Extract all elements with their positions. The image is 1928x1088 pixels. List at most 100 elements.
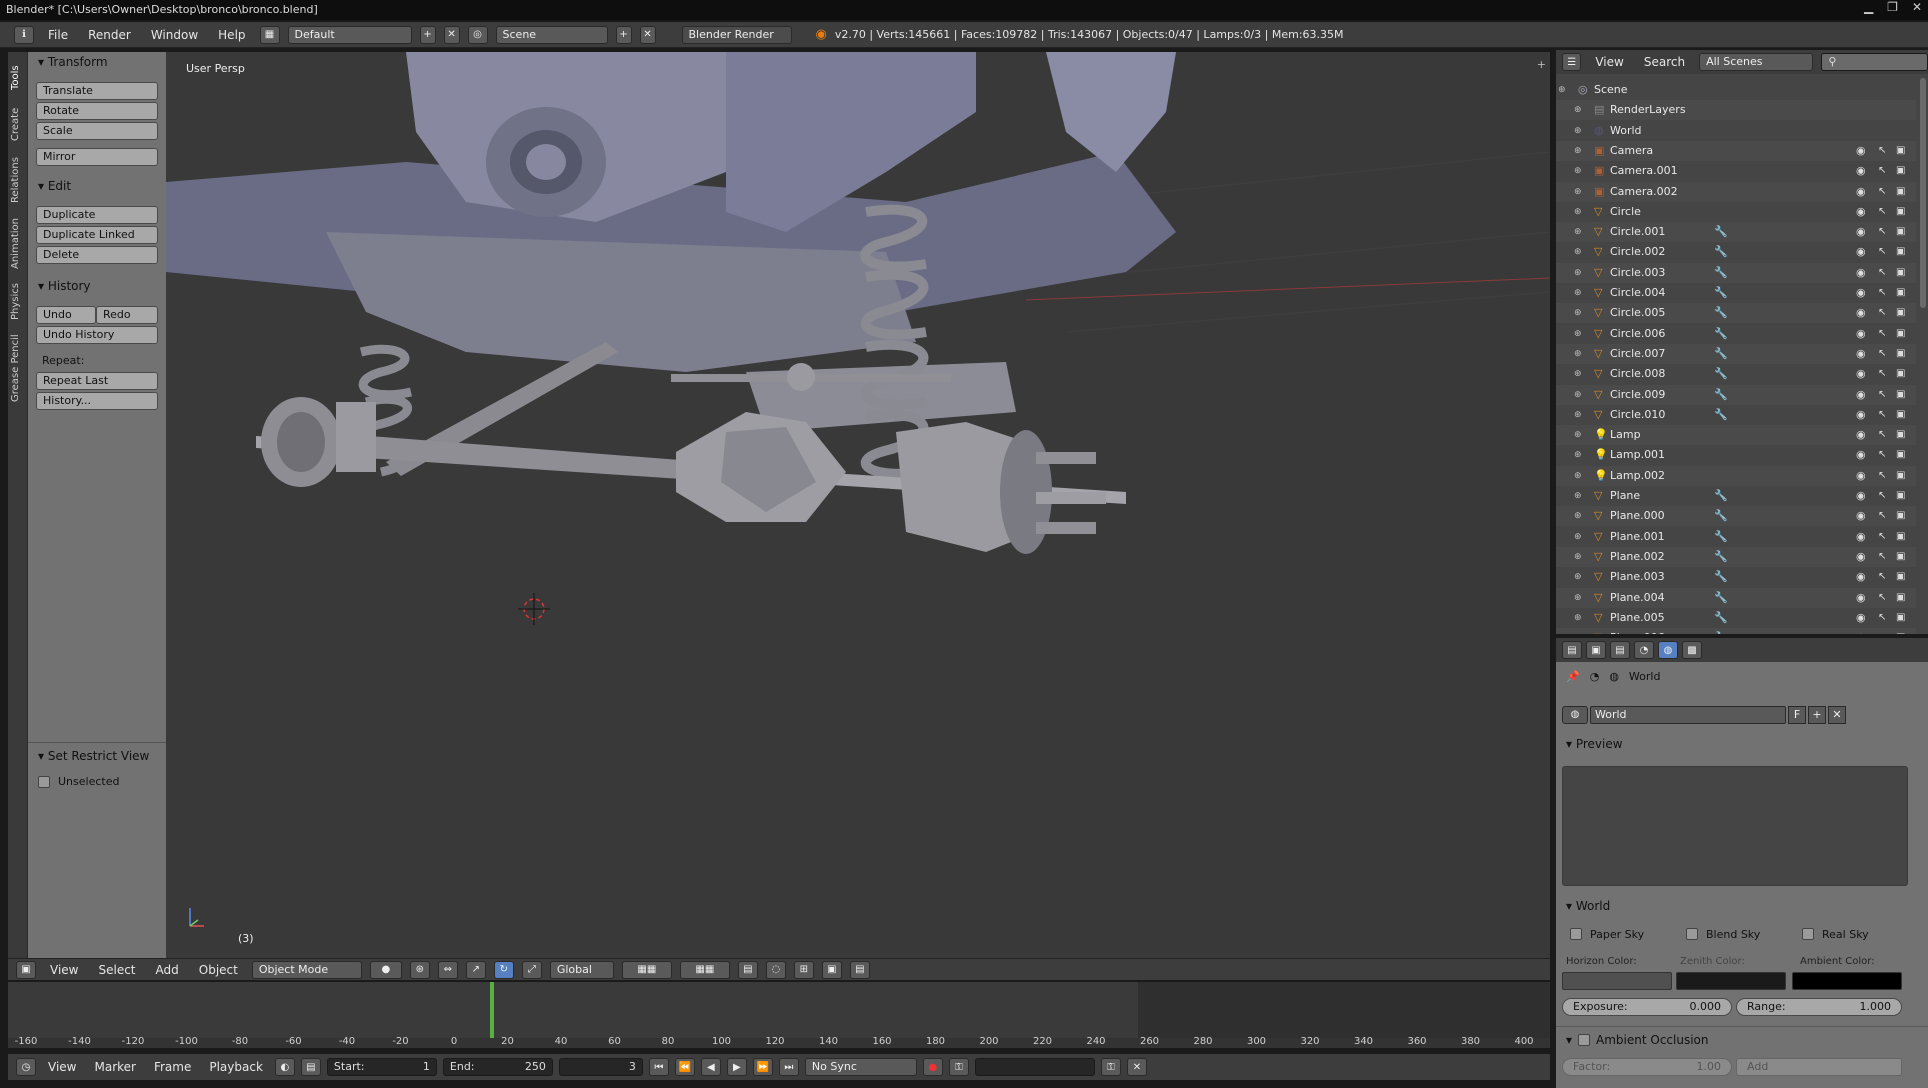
scale-button[interactable]: Scale	[36, 122, 158, 140]
panel-world[interactable]: ▾ World	[1556, 896, 1610, 916]
keying-set-icon[interactable]: ⚿	[948, 1058, 969, 1076]
visibility-eye-icon[interactable]: ◉	[1856, 588, 1866, 608]
tab-physics[interactable]: Physics	[10, 278, 26, 326]
layers-grid-2-icon[interactable]: ▦▦	[679, 960, 730, 979]
tab-create[interactable]: Create	[10, 100, 26, 148]
selectable-cursor-icon[interactable]: ↖	[1878, 445, 1886, 465]
panel-transform[interactable]: ▾ Transform	[28, 52, 108, 72]
menu-view[interactable]: View	[44, 963, 84, 977]
add-scene-icon[interactable]: +	[615, 25, 632, 44]
modifier-wrench-icon[interactable]: 🔧	[1714, 222, 1728, 242]
expand-toggle-icon[interactable]: ⊕	[1574, 527, 1582, 547]
selectable-cursor-icon[interactable]: ↖	[1878, 263, 1886, 283]
new-world-icon[interactable]: +	[1808, 706, 1826, 724]
current-frame-marker[interactable]	[490, 982, 494, 1038]
renderable-camera-icon[interactable]: ▣	[1896, 263, 1905, 283]
shading-selector-icon[interactable]: ●	[369, 960, 402, 979]
snap-icon[interactable]: ⊞	[793, 960, 814, 979]
modifier-wrench-icon[interactable]: 🔧	[1714, 385, 1728, 405]
pivot-icon[interactable]: ⊛	[409, 960, 430, 979]
texture-tab-icon[interactable]: ▩	[1682, 641, 1702, 659]
outliner-row[interactable]: ⊕ ▣ Camera.002 ◉ ↖ ▣	[1556, 181, 1916, 202]
visibility-eye-icon[interactable]: ◉	[1856, 263, 1866, 283]
selectable-cursor-icon[interactable]: ↖	[1878, 182, 1886, 202]
expand-toggle-icon[interactable]: ⊕	[1574, 324, 1582, 344]
expand-toggle-icon[interactable]: ⊕	[1574, 344, 1582, 364]
layers-grid-icon[interactable]: ▦▦	[621, 960, 672, 979]
expand-toggle-icon[interactable]: ⊕	[1574, 608, 1582, 628]
outliner-row[interactable]: ⊕ ▽ Plane ◉ ↖ ▣ 🔧	[1556, 486, 1916, 506]
expand-toggle-icon[interactable]: ⊕	[1574, 182, 1582, 202]
renderable-camera-icon[interactable]: ▣	[1896, 527, 1905, 547]
selectable-cursor-icon[interactable]: ↖	[1878, 283, 1886, 303]
menu-render[interactable]: Render	[82, 28, 137, 42]
zenith-color-swatch[interactable]	[1676, 972, 1786, 990]
layout-selector[interactable]: Default	[287, 25, 412, 44]
modifier-wrench-icon[interactable]: 🔧	[1714, 263, 1728, 283]
visibility-eye-icon[interactable]: ◉	[1856, 364, 1866, 384]
visibility-eye-icon[interactable]: ◉	[1856, 222, 1866, 242]
visibility-eye-icon[interactable]: ◉	[1856, 385, 1866, 405]
visibility-eye-icon[interactable]: ◉	[1856, 486, 1866, 506]
horizon-color-swatch[interactable]	[1562, 972, 1672, 990]
renderable-camera-icon[interactable]: ▣	[1896, 466, 1905, 486]
translate-button[interactable]: Translate	[36, 82, 158, 100]
expand-toggle-icon[interactable]: ⊕	[1574, 588, 1582, 608]
world-name-field[interactable]: World	[1590, 706, 1786, 724]
ambient-color-swatch[interactable]	[1792, 972, 1902, 990]
manipulator-toggle-icon[interactable]: ⇔	[437, 960, 458, 979]
outliner-row[interactable]: ⊕ ▽ Circle.001 ◉ ↖ ▣ 🔧	[1556, 222, 1916, 243]
rotate-manipulator-icon[interactable]: ↻	[493, 960, 514, 979]
mode-selector[interactable]: Object Mode	[251, 960, 362, 979]
tab-grease-pencil[interactable]: Grease Pencil	[10, 328, 26, 408]
renderable-camera-icon[interactable]: ▣	[1896, 161, 1905, 181]
selectable-cursor-icon[interactable]: ↖	[1878, 588, 1886, 608]
outliner-row[interactable]: ⊕ ▽ Circle.006 ◉ ↖ ▣ 🔧	[1556, 323, 1916, 344]
delete-button[interactable]: Delete	[36, 246, 158, 264]
expand-toggle-icon[interactable]: ⊕	[1574, 161, 1582, 181]
editor-type-properties-icon[interactable]: ▤	[1562, 641, 1582, 659]
selectable-cursor-icon[interactable]: ↖	[1878, 425, 1886, 445]
expand-toggle-icon[interactable]: ⊕	[1574, 202, 1582, 222]
expand-toggle-icon[interactable]: ⊕	[1574, 466, 1582, 486]
modifier-wrench-icon[interactable]: 🔧	[1714, 324, 1728, 344]
world-tab-icon[interactable]: ◍	[1658, 641, 1678, 659]
blend-sky-checkbox[interactable]	[1686, 928, 1698, 940]
expand-toggle-icon[interactable]: ⊕	[1574, 547, 1582, 567]
selectable-cursor-icon[interactable]: ↖	[1878, 303, 1886, 323]
keying-set-field[interactable]	[974, 1058, 1095, 1076]
scene-tab-icon[interactable]: ◔	[1634, 641, 1654, 659]
selectable-cursor-icon[interactable]: ↖	[1878, 527, 1886, 547]
history-button[interactable]: History...	[36, 392, 158, 410]
scene-render[interactable]	[166, 52, 1550, 958]
modifier-wrench-icon[interactable]: 🔧	[1714, 405, 1728, 425]
menu-add[interactable]: Add	[150, 963, 185, 977]
visibility-eye-icon[interactable]: ◉	[1856, 608, 1866, 628]
lock-range-icon[interactable]: ▤	[300, 1058, 321, 1076]
modifier-wrench-icon[interactable]: 🔧	[1714, 486, 1728, 506]
editor-type-outliner-icon[interactable]: ☰	[1562, 53, 1582, 71]
expand-toggle-icon[interactable]: ⊕	[1574, 364, 1582, 384]
outliner-row[interactable]: ⊕ ▽ Circle.002 ◉ ↖ ▣ 🔧	[1556, 242, 1916, 263]
real-sky-checkbox[interactable]	[1802, 928, 1814, 940]
menu-marker[interactable]: Marker	[88, 1060, 141, 1074]
play-reverse-icon[interactable]: ◀	[700, 1058, 721, 1076]
editor-type-3d-icon[interactable]: ▣	[16, 960, 36, 979]
outliner-row[interactable]: ⊕ ▽ Plane.005 ◉ ↖ ▣ 🔧	[1556, 607, 1916, 628]
pin-icon[interactable]: 📌	[1566, 670, 1580, 683]
renderable-camera-icon[interactable]: ▣	[1896, 588, 1905, 608]
visibility-eye-icon[interactable]: ◉	[1856, 527, 1866, 547]
expand-toggle-icon[interactable]: ⊕	[1574, 141, 1582, 161]
renderable-camera-icon[interactable]: ▣	[1896, 425, 1905, 445]
current-frame-field[interactable]: 3	[558, 1058, 643, 1076]
modifier-wrench-icon[interactable]: 🔧	[1714, 242, 1728, 262]
outliner-row[interactable]: ⊕ ▽ Plane.004 ◉ ↖ ▣ 🔧	[1556, 587, 1916, 608]
sync-selector[interactable]: No Sync	[804, 1058, 917, 1076]
outliner-row[interactable]: ⊕ ◎ Scene	[1556, 80, 1916, 100]
3d-viewport[interactable]: User Persp (3) +	[166, 52, 1550, 958]
outliner-display-selector[interactable]: All Scenes	[1699, 53, 1814, 71]
selectable-cursor-icon[interactable]: ↖	[1878, 364, 1886, 384]
jump-end-icon[interactable]: ⏭	[778, 1058, 799, 1076]
menu-playback[interactable]: Playback	[203, 1060, 269, 1074]
expand-toggle-icon[interactable]: ⊕	[1574, 506, 1582, 526]
